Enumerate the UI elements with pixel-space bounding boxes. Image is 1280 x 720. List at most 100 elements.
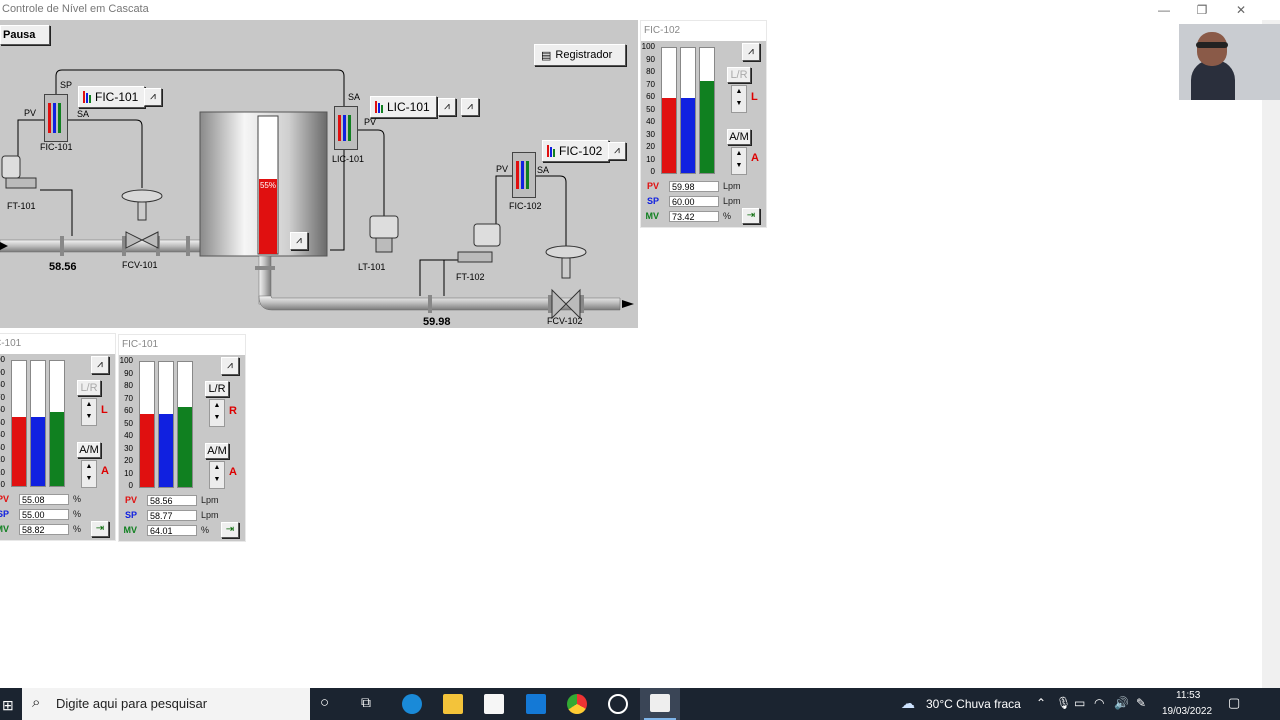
scale-tick-label: 30 [124, 443, 133, 453]
pv-unit: Lpm [201, 495, 219, 505]
mv-unit: % [201, 525, 210, 535]
lr-mode-indicator: L [101, 404, 108, 416]
notification-icon[interactable]: ▢ [1228, 695, 1240, 711]
mail-icon[interactable] [526, 694, 546, 714]
fic102-tag-button[interactable]: FIC-102 [542, 140, 610, 162]
active-app-highlight[interactable] [640, 688, 680, 720]
pv-value-field: 55.08 [19, 494, 69, 505]
am-button[interactable]: A/M [77, 442, 101, 458]
exit-faceplate-button[interactable]: ⇥ [742, 208, 760, 224]
lr-button[interactable]: L/R [205, 381, 229, 397]
lic101-tag-label: LIC-101 [387, 100, 430, 114]
tune-icon: ⩘ [748, 46, 754, 57]
weather-text[interactable]: 30°C Chuva fraca [926, 697, 1021, 711]
scale-tick-label: 10 [124, 468, 133, 478]
fcv102-label: FCV-102 [547, 316, 583, 326]
am-button[interactable]: A/M [727, 129, 751, 145]
am-button[interactable]: A/M [205, 443, 229, 459]
restore-button[interactable]: ❐ [1188, 2, 1216, 18]
sp-bar [680, 47, 696, 174]
sp-label: SP [60, 80, 73, 90]
volume-icon[interactable]: 🔊 [1114, 696, 1129, 710]
scale-tick-label: 50 [0, 417, 5, 427]
pv-value-field: 58.56 [147, 495, 197, 506]
faceplate-title: C-101 [0, 334, 115, 354]
pv-bar-fill [12, 417, 26, 486]
arrow-down-icon: ▼ [735, 100, 743, 107]
lr-spinner[interactable]: ▲ ▼ [731, 85, 747, 113]
am-mode-indicator: A [101, 465, 109, 477]
clock-time[interactable]: 11:53 [1176, 690, 1200, 701]
task-view-icon[interactable]: ⧉ [361, 694, 371, 711]
lic101-trend-button-2[interactable]: ⩘ [461, 98, 479, 116]
sa-label-fic102: SA [537, 165, 550, 175]
lic101-symbol[interactable] [334, 106, 358, 150]
sp-value-field[interactable]: 55.00 [19, 509, 69, 520]
file-explorer-icon[interactable] [443, 694, 463, 714]
fic102-symbol[interactable] [512, 152, 536, 198]
fic102-trend-button[interactable]: ⩘ [608, 142, 626, 160]
trend-icon: ⩘ [150, 91, 156, 102]
fic102-label: FIC-102 [509, 201, 542, 211]
search-placeholder: Digite aqui para pesquisar [56, 696, 208, 711]
tank-trend-button[interactable]: ⩘ [290, 232, 308, 250]
store-icon[interactable] [484, 694, 504, 714]
arrow-down-icon: ▼ [213, 414, 221, 421]
am-spinner[interactable]: ▲ ▼ [81, 460, 97, 488]
scale-tick-label: 60 [646, 92, 655, 101]
edge-icon[interactable] [402, 694, 422, 714]
cloud-rain-icon[interactable]: ☁ [901, 695, 915, 712]
arrow-down-icon: ▼ [213, 476, 221, 483]
pen-icon[interactable]: ✎ [1136, 696, 1146, 710]
ft102-label: FT-102 [456, 272, 485, 282]
am-spinner[interactable]: ▲ ▼ [731, 147, 747, 175]
battery-icon[interactable]: ▭ [1074, 696, 1085, 710]
recorder-button[interactable]: ▤ Registrador [534, 44, 626, 66]
lr-mode-indicator: L [751, 91, 758, 103]
taskbar-search[interactable]: ⌕ Digite aqui para pesquisar [22, 688, 310, 720]
wifi-icon[interactable]: ◠ [1094, 696, 1104, 710]
cortana-icon[interactable]: ○ [320, 694, 329, 711]
minimize-button[interactable]: — [1150, 2, 1178, 18]
tune-button[interactable]: ⩘ [91, 356, 109, 374]
lr-button[interactable]: L/R [77, 380, 101, 396]
scale-tick-label: 20 [646, 142, 655, 151]
fic101-tag-label: FIC-101 [95, 90, 139, 104]
close-button[interactable]: ✕ [1227, 2, 1255, 18]
sp-value-field[interactable]: 60.00 [669, 196, 719, 207]
fic101-symbol[interactable] [44, 94, 68, 142]
clock-date[interactable]: 19/03/2022 [1162, 706, 1212, 717]
lr-spinner[interactable]: ▲ ▼ [209, 399, 225, 427]
speedtest-icon[interactable] [608, 694, 628, 714]
sp-value-field[interactable]: 58.77 [147, 510, 197, 521]
pv-value-field: 59.98 [669, 181, 719, 192]
exit-faceplate-button[interactable]: ⇥ [221, 522, 239, 538]
mv-value-field[interactable]: 64.01 [147, 525, 197, 536]
chrome-icon[interactable] [567, 694, 587, 714]
microphone-icon[interactable]: 🎙 [1056, 696, 1071, 710]
scale-tick-label: 20 [124, 456, 133, 465]
chevron-up-icon[interactable]: ⌃ [1036, 696, 1046, 710]
mv-value-field[interactable]: 73.42 [669, 211, 719, 222]
arrow-up-icon: ▲ [213, 402, 221, 409]
lic101-trend-button[interactable]: ⩘ [438, 98, 456, 116]
scale-tick-label: 80 [0, 380, 5, 389]
fic101-trend-button[interactable]: ⩘ [144, 88, 162, 106]
sp-bar [158, 361, 174, 488]
am-spinner[interactable]: ▲ ▼ [209, 461, 225, 489]
lr-button[interactable]: L/R [727, 67, 751, 83]
exit-faceplate-button[interactable]: ⇥ [91, 521, 109, 537]
pv-bar [139, 361, 155, 488]
start-button[interactable]: ⊞ [0, 688, 22, 720]
fic101-tag-button[interactable]: FIC-101 [78, 86, 146, 108]
fic101-label: FIC-101 [40, 142, 73, 152]
pause-button[interactable]: Pausa [0, 25, 50, 45]
mv-value-field[interactable]: 58.82 [19, 524, 69, 535]
pv-label: PV [24, 108, 37, 118]
flow2-value: 59.98 [423, 316, 451, 328]
lic101-tag-button[interactable]: LIC-101 [370, 96, 437, 118]
lr-spinner[interactable]: ▲ ▼ [81, 398, 97, 426]
tune-button[interactable]: ⩘ [221, 357, 239, 375]
tune-button[interactable]: ⩘ [742, 43, 760, 61]
mv-bar [49, 360, 65, 487]
